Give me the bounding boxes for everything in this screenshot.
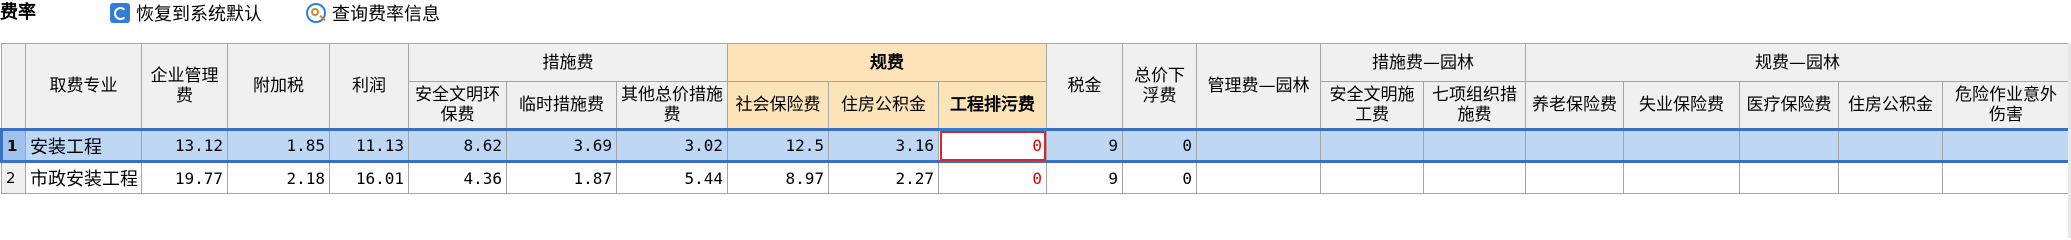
- col-safety-civil-work[interactable]: 安全文明施工费: [1320, 81, 1425, 130]
- cell-temp-measures[interactable]: 1.87: [506, 161, 617, 194]
- cell-housing-fund[interactable]: 2.27: [828, 161, 939, 194]
- cell-hazard-injury[interactable]: [1942, 161, 2071, 194]
- col-housing-fund-garden[interactable]: 住房公积金: [1838, 81, 1944, 130]
- col-hazard-injury[interactable]: 危险作业意外伤害: [1942, 81, 2071, 130]
- col-price-float[interactable]: 总价下浮费: [1122, 43, 1198, 130]
- cell-other-total-measures[interactable]: 5.44: [616, 161, 728, 194]
- cell-medical[interactable]: [1739, 161, 1840, 194]
- search-rate-icon: [306, 3, 326, 23]
- cell-safety-civil[interactable]: 8.62: [408, 128, 507, 163]
- cell-specialty[interactable]: 市政安装工程: [25, 161, 142, 194]
- cell-enterprise-mgmt[interactable]: 19.77: [141, 161, 228, 194]
- cell-safety-civil-work[interactable]: [1320, 128, 1425, 163]
- col-unemployment[interactable]: 失业保险费: [1623, 81, 1741, 130]
- col-other-total-measures[interactable]: 其他总价措施费: [616, 81, 728, 130]
- restore-icon: [110, 3, 130, 23]
- cell-housing-fund-garden[interactable]: [1838, 161, 1944, 194]
- cell-social-insurance[interactable]: 8.97: [727, 161, 829, 194]
- fee-rate-table: 取费专业 企业管理费 附加税 利润 措施费 规费 税金 总价下浮费 管理费—园林…: [0, 43, 2071, 194]
- group-fees-garden: 规费—园林: [1525, 43, 2071, 82]
- cell-tax[interactable]: 9: [1046, 128, 1124, 163]
- cell-other-total-measures[interactable]: 3.02: [616, 128, 728, 163]
- col-temp-measures[interactable]: 临时措施费: [506, 81, 617, 130]
- cell-price-float[interactable]: 0: [1122, 128, 1198, 163]
- cell-enterprise-mgmt[interactable]: 13.12: [141, 128, 228, 163]
- restore-default-button[interactable]: 恢复到系统默认: [110, 2, 262, 25]
- cell-seven-org-measures[interactable]: [1423, 161, 1527, 194]
- row-number[interactable]: 2: [1, 161, 26, 194]
- cell-pension[interactable]: [1525, 161, 1625, 194]
- col-social-insurance[interactable]: 社会保险费: [727, 81, 829, 130]
- cell-social-insurance[interactable]: 12.5: [727, 128, 829, 163]
- cell-safety-civil-work[interactable]: [1320, 161, 1425, 194]
- col-seven-org-measures[interactable]: 七项组织措施费: [1423, 81, 1527, 130]
- query-rate-info-button[interactable]: 查询费率信息: [306, 2, 440, 25]
- col-surtax[interactable]: 附加税: [227, 43, 330, 130]
- row-number[interactable]: 1: [0, 128, 26, 163]
- cell-unemployment[interactable]: [1623, 161, 1741, 194]
- cell-specialty[interactable]: 安装工程: [25, 128, 142, 163]
- cell-pollution-fee[interactable]: 0: [937, 128, 1048, 163]
- cell-housing-fund-garden[interactable]: [1838, 128, 1944, 163]
- page-title: 费率: [0, 2, 36, 23]
- cell-surtax[interactable]: 2.18: [227, 161, 330, 194]
- col-specialty[interactable]: 取费专业: [25, 43, 142, 130]
- cell-surtax[interactable]: 1.85: [227, 128, 330, 163]
- cell-medical[interactable]: [1739, 128, 1840, 163]
- cell-temp-measures[interactable]: 3.69: [506, 128, 617, 163]
- cell-price-float[interactable]: 0: [1122, 161, 1198, 194]
- cell-seven-org-measures[interactable]: [1423, 128, 1527, 163]
- query-rate-info-label: 查询费率信息: [332, 4, 440, 25]
- corner-cell: [1, 43, 26, 130]
- cell-tax[interactable]: 9: [1046, 161, 1124, 194]
- cell-pension[interactable]: [1525, 128, 1625, 163]
- col-pension[interactable]: 养老保险费: [1525, 81, 1625, 130]
- cell-safety-civil[interactable]: 4.36: [408, 161, 507, 194]
- cell-pollution-fee[interactable]: 0: [937, 161, 1048, 194]
- col-safety-civil[interactable]: 安全文明环保费: [408, 81, 507, 130]
- col-mgmt-garden[interactable]: 管理费—园林: [1196, 43, 1322, 130]
- cell-unemployment[interactable]: [1623, 128, 1741, 163]
- cell-mgmt-garden[interactable]: [1196, 161, 1322, 194]
- col-pollution-fee[interactable]: 工程排污费: [937, 81, 1048, 131]
- cell-mgmt-garden[interactable]: [1196, 128, 1322, 163]
- restore-default-label: 恢复到系统默认: [136, 4, 262, 25]
- col-tax[interactable]: 税金: [1046, 43, 1124, 130]
- col-medical[interactable]: 医疗保险费: [1739, 81, 1840, 130]
- group-fees: 规费: [726, 43, 1048, 82]
- cell-profit[interactable]: 16.01: [329, 161, 409, 194]
- group-measures: 措施费: [408, 43, 728, 82]
- cell-housing-fund[interactable]: 3.16: [828, 128, 939, 163]
- group-measures-garden: 措施费—园林: [1320, 43, 1527, 82]
- cell-hazard-injury[interactable]: [1942, 128, 2071, 163]
- col-profit[interactable]: 利润: [329, 43, 409, 130]
- col-housing-fund[interactable]: 住房公积金: [828, 81, 939, 130]
- table-row[interactable]: 1 安装工程 13.12 1.85 11.13 8.62 3.69 3.02 1…: [0, 128, 2071, 163]
- cell-profit[interactable]: 11.13: [329, 128, 409, 163]
- col-enterprise-mgmt[interactable]: 企业管理费: [141, 43, 228, 130]
- toolbar: 费率 恢复到系统默认 查询费率信息: [0, 0, 2071, 28]
- table-row[interactable]: 2 市政安装工程 19.77 2.18 16.01 4.36 1.87 5.44…: [1, 161, 2071, 194]
